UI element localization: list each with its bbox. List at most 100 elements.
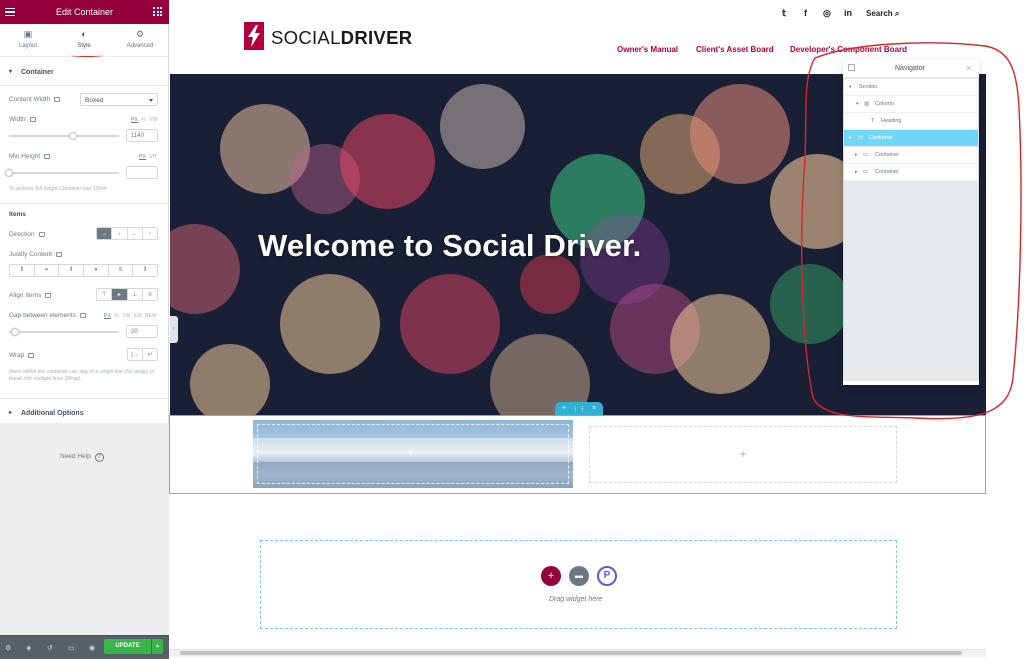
justify-space-between-icon[interactable]: ⏸ (84, 265, 109, 276)
search-icon: ⌕ (894, 9, 900, 18)
panel-collapse-handle[interactable]: ‹ (170, 316, 178, 343)
layout-icon: ▣ (23, 29, 33, 39)
hero-heading[interactable]: Welcome to Social Driver. (258, 228, 641, 264)
preview-eye-icon[interactable]: ◉ (89, 644, 95, 652)
desktop-icon (44, 153, 51, 159)
help-icon: ? (94, 453, 104, 462)
instagram-icon[interactable]: ◎ (823, 8, 831, 19)
min-height-slider-track[interactable] (9, 172, 119, 174)
align-start-icon[interactable]: ⊤ (97, 289, 113, 300)
gap-slider-handle[interactable] (11, 328, 19, 336)
min-height-slider-handle[interactable] (5, 169, 13, 177)
delete-icon[interactable]: × (592, 405, 596, 412)
social-driver-logo[interactable] (244, 22, 264, 50)
red-annotation-circle (801, 42, 1022, 420)
section-additional-options-toggle[interactable]: ▸ Additional Options (0, 398, 169, 426)
twitter-icon[interactable]: 𝕥 (782, 8, 786, 19)
desktop-icon (38, 231, 45, 237)
desktop-icon (56, 251, 62, 257)
width-slider-track[interactable] (9, 135, 119, 137)
justify-end-icon[interactable]: ⫴ (59, 265, 85, 276)
gap-slider-track[interactable] (9, 331, 119, 333)
align-stretch-icon[interactable]: ≡ (143, 289, 157, 300)
wrap-buttons: |→ ↵ (127, 348, 158, 361)
gap-label: Gap between elements (9, 312, 86, 319)
align-center-icon[interactable]: ▸ (112, 289, 128, 300)
responsive-icon[interactable]: ▭ (68, 644, 75, 652)
history-icon[interactable]: ↺ (47, 644, 53, 652)
search-link[interactable]: Search ⌕ (866, 9, 899, 19)
panel-tabs: ▣ Layout ◐ Style ⚙ Advanced (0, 24, 169, 57)
wrap-label: Wrap (9, 352, 35, 359)
plugin-template-icon[interactable]: P (597, 566, 617, 586)
min-height-label: Min Height (9, 153, 51, 160)
caret-down-icon: ▾ (9, 69, 13, 75)
min-height-units[interactable]: PX VH (139, 154, 157, 160)
justify-content-buttons: ⫴ ⏸ ⫴ ⏸ ⫴ ⫴ (9, 264, 158, 277)
min-height-note: To achieve full height Container use 100… (9, 186, 107, 192)
content-width-label: Content Width (9, 96, 61, 103)
desktop-icon (28, 352, 35, 358)
desktop-icon (79, 312, 86, 318)
justify-space-evenly-icon[interactable]: ⫴ (133, 265, 157, 276)
section-container-toggle[interactable]: ▾ Container (0, 58, 169, 86)
update-button[interactable]: UPDATE (104, 639, 151, 654)
gear-icon: ⚙ (135, 29, 145, 39)
width-label: Width (9, 116, 36, 123)
add-inside-icon[interactable]: + (407, 446, 414, 460)
nav-clients-asset-board[interactable]: Client's Asset Board (696, 45, 774, 54)
facebook-icon[interactable]: f (804, 8, 807, 18)
update-options-button[interactable]: ▲ (152, 639, 163, 654)
empty-container-add[interactable]: + (589, 426, 897, 483)
gap-input[interactable]: 20 (126, 325, 158, 338)
tab-layout[interactable]: ▣ Layout (0, 24, 56, 57)
content-width-select[interactable]: Boxed (80, 93, 158, 106)
min-height-input[interactable] (126, 166, 158, 179)
justify-content-label: Justify Content (9, 251, 62, 258)
drag-widget-hint: Drag widget here (549, 596, 603, 603)
widgets-grid-icon[interactable] (153, 7, 162, 16)
layers-icon[interactable]: ◈ (26, 644, 31, 652)
drag-handle-icon[interactable]: ⋮⋮ (572, 405, 586, 413)
caret-right-icon: ▸ (9, 410, 13, 416)
panel-title: Edit Container (55, 7, 114, 17)
gap-units[interactable]: PX % VW EM REM (104, 313, 157, 319)
direction-column-reverse-button[interactable]: ↑ (143, 228, 157, 239)
justify-start-icon[interactable]: ⫴ (10, 265, 35, 276)
direction-column-button[interactable]: ↓ (112, 228, 128, 239)
panel-header: Edit Container (0, 0, 169, 24)
add-element-icon[interactable]: + (562, 405, 566, 412)
desktop-icon (54, 96, 61, 102)
direction-row-button[interactable]: → (97, 228, 113, 239)
desktop-icon (45, 292, 52, 298)
style-icon: ◐ (81, 29, 87, 39)
align-items-buttons: ⊤ ▸ ⊥ ≡ (96, 288, 158, 301)
need-help-link[interactable]: Need Help ? (60, 453, 104, 462)
justify-space-around-icon[interactable]: ⫴ (109, 265, 134, 276)
template-library-button[interactable]: ▬ (569, 566, 589, 586)
brand-wordmark[interactable]: SOCIALDRIVER (271, 27, 412, 49)
linkedin-icon[interactable]: in (844, 8, 852, 18)
justify-center-icon[interactable]: ⏸ (35, 265, 60, 276)
nav-owners-manual[interactable]: Owner's Manual (617, 45, 678, 54)
tab-style[interactable]: ◐ Style (56, 24, 112, 57)
align-end-icon[interactable]: ⊥ (128, 289, 143, 300)
nowrap-button[interactable]: |→ (128, 349, 143, 360)
wrap-button[interactable]: ↵ (143, 349, 157, 360)
add-section-button[interactable]: + (541, 566, 561, 586)
divider (0, 203, 169, 204)
width-input[interactable]: 1140 (126, 129, 158, 142)
desktop-icon (29, 116, 36, 122)
wrap-note: Items within the container can stay in a… (9, 369, 155, 382)
tab-advanced[interactable]: ⚙ Advanced (112, 24, 168, 57)
width-slider-handle[interactable] (69, 132, 77, 140)
settings-icon[interactable]: ⚙ (5, 644, 11, 652)
items-heading: Items (9, 211, 26, 218)
direction-buttons: → ↓ ← ↑ (96, 227, 158, 240)
direction-row-reverse-button[interactable]: ← (128, 228, 143, 239)
scrollbar-thumb[interactable] (180, 651, 962, 655)
container-toolbar: + ⋮⋮ × (555, 402, 603, 415)
red-annotation-underline (71, 54, 103, 57)
width-units[interactable]: PX % VW (131, 117, 158, 123)
align-items-label: Align Items (9, 292, 52, 299)
